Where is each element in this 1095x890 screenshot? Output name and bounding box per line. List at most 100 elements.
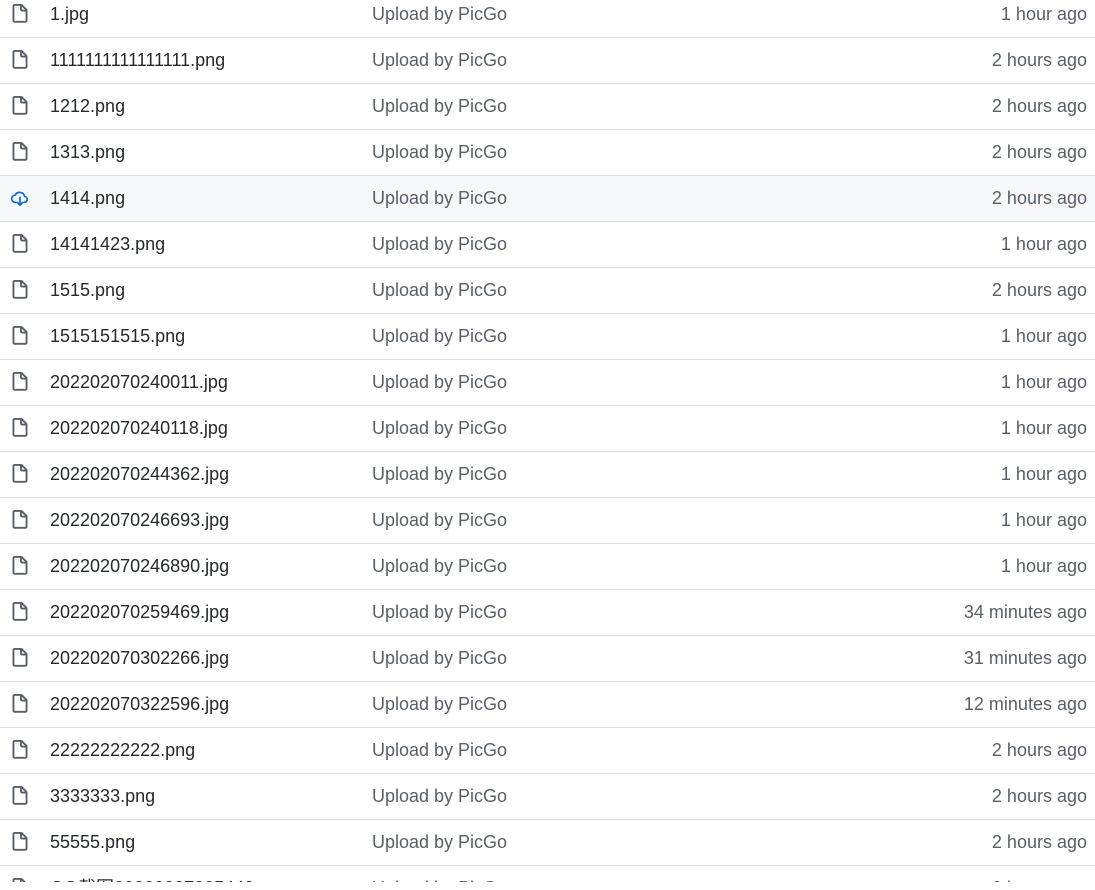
file-name-link[interactable]: 1515.png [50, 268, 125, 313]
file-row[interactable]: 22222222222.png Upload by PicGo 2 hours … [0, 728, 1095, 774]
file-name-link[interactable]: 202202070302266.jpg [50, 636, 229, 681]
file-icon [12, 832, 28, 851]
commit-age: 2 hours ago [991, 50, 1087, 70]
file-icon [12, 418, 28, 437]
file-icon [12, 786, 28, 805]
file-name-link[interactable]: 202202070246693.jpg [50, 498, 229, 543]
commit-age: 2 hours ago [991, 786, 1087, 806]
file-name-link[interactable]: 14141423.png [50, 222, 165, 267]
file-name-link[interactable]: 1414.png [50, 176, 125, 221]
commit-message-link[interactable]: Upload by PicGo [372, 590, 507, 635]
file-list: 1.jpg Upload by PicGo 1 hour ago 1111111… [0, 0, 1095, 882]
file-icon [12, 234, 28, 253]
file-icon [12, 602, 28, 621]
commit-age: 2 hours ago [991, 832, 1087, 852]
commit-message-link[interactable]: Upload by PicGo [372, 406, 507, 451]
commit-message-link[interactable]: Upload by PicGo [372, 452, 507, 497]
commit-message-link[interactable]: Upload by PicGo [372, 84, 507, 129]
file-row[interactable]: 202202070240011.jpg Upload by PicGo 1 ho… [0, 360, 1095, 406]
file-icon [12, 4, 28, 23]
file-icon [12, 280, 28, 299]
file-name-link[interactable]: 1212.png [50, 84, 125, 129]
commit-message-link[interactable]: Upload by PicGo [372, 866, 507, 882]
file-name-link[interactable]: QQ截图20220207005440.png [50, 866, 289, 882]
file-icon [12, 326, 28, 345]
file-row[interactable]: 202202070246890.jpg Upload by PicGo 1 ho… [0, 544, 1095, 590]
commit-age: 3 hours ago [992, 866, 1087, 882]
commit-message-link[interactable]: Upload by PicGo [372, 682, 507, 727]
commit-age: 2 hours ago [991, 142, 1087, 162]
commit-age: 1 hour ago [1000, 326, 1087, 346]
file-icon [12, 464, 28, 483]
commit-age: 1 hour ago [1000, 4, 1087, 24]
file-name-link[interactable]: 1111111111111111.png [50, 38, 225, 83]
file-row[interactable]: 202202070302266.jpg Upload by PicGo 31 m… [0, 636, 1095, 682]
file-row[interactable]: 202202070240118.jpg Upload by PicGo 1 ho… [0, 406, 1095, 452]
commit-message-link[interactable]: Upload by PicGo [372, 0, 507, 37]
commit-age: 31 minutes ago [963, 648, 1087, 668]
file-icon [12, 740, 28, 759]
commit-message-link[interactable]: Upload by PicGo [372, 360, 507, 405]
commit-age: 1 hour ago [1000, 418, 1087, 438]
file-row[interactable]: 14141423.png Upload by PicGo 1 hour ago [0, 222, 1095, 268]
file-icon [12, 648, 28, 667]
file-name-link[interactable]: 202202070246890.jpg [50, 544, 229, 589]
file-row[interactable]: 202202070246693.jpg Upload by PicGo 1 ho… [0, 498, 1095, 544]
file-name-link[interactable]: 55555.png [50, 820, 135, 865]
commit-message-link[interactable]: Upload by PicGo [372, 544, 507, 589]
file-row[interactable]: 1.jpg Upload by PicGo 1 hour ago [0, 0, 1095, 38]
commit-message-link[interactable]: Upload by PicGo [372, 636, 507, 681]
commit-message-link[interactable]: Upload by PicGo [372, 176, 507, 221]
file-row[interactable]: 1515.png Upload by PicGo 2 hours ago [0, 268, 1095, 314]
commit-age: 2 hours ago [991, 740, 1087, 760]
file-row[interactable]: 1212.png Upload by PicGo 2 hours ago [0, 84, 1095, 130]
file-icon [12, 510, 28, 529]
commit-age: 2 hours ago [991, 188, 1087, 208]
file-row[interactable]: 3333333.png Upload by PicGo 2 hours ago [0, 774, 1095, 820]
commit-message-link[interactable]: Upload by PicGo [372, 498, 507, 543]
file-icon [12, 96, 28, 115]
commit-message-link[interactable]: Upload by PicGo [372, 774, 507, 819]
file-name-link[interactable]: 1313.png [50, 130, 125, 175]
commit-message-link[interactable]: Upload by PicGo [372, 728, 507, 773]
commit-message-link[interactable]: Upload by PicGo [372, 38, 507, 83]
commit-age: 1 hour ago [1000, 464, 1087, 484]
file-icon [12, 694, 28, 713]
file-name-link[interactable]: 202202070322596.jpg [50, 682, 229, 727]
file-row[interactable]: 202202070244362.jpg Upload by PicGo 1 ho… [0, 452, 1095, 498]
file-row[interactable]: 1515151515.png Upload by PicGo 1 hour ag… [0, 314, 1095, 360]
commit-message-link[interactable]: Upload by PicGo [372, 222, 507, 267]
file-icon [12, 556, 28, 575]
file-icon [12, 878, 26, 882]
file-icon [12, 50, 28, 69]
commit-age: 1 hour ago [1000, 234, 1087, 254]
file-name-link[interactable]: 22222222222.png [50, 728, 195, 773]
commit-message-link[interactable]: Upload by PicGo [372, 268, 507, 313]
file-name-link[interactable]: 202202070240011.jpg [50, 360, 228, 405]
file-row[interactable]: 1414.png Upload by PicGo 2 hours ago [0, 176, 1095, 222]
file-icon [12, 142, 28, 161]
file-icon [12, 372, 28, 391]
commit-message-link[interactable]: Upload by PicGo [372, 820, 507, 865]
file-row[interactable]: 55555.png Upload by PicGo 2 hours ago [0, 820, 1095, 866]
commit-age: 2 hours ago [991, 280, 1087, 300]
commit-age: 1 hour ago [1000, 372, 1087, 392]
commit-age: 1 hour ago [1000, 510, 1087, 530]
commit-message-link[interactable]: Upload by PicGo [372, 130, 507, 175]
file-name-link[interactable]: 3333333.png [50, 774, 155, 819]
commit-age: 12 minutes ago [963, 694, 1087, 714]
file-row[interactable]: 202202070259469.jpg Upload by PicGo 34 m… [0, 590, 1095, 636]
commit-age: 2 hours ago [991, 96, 1087, 116]
file-row[interactable]: QQ截图20220207005440.png Upload by PicGo 3… [0, 866, 1095, 882]
file-name-link[interactable]: 202202070240118.jpg [50, 406, 228, 451]
file-name-link[interactable]: 1.jpg [50, 0, 89, 37]
file-name-link[interactable]: 1515151515.png [50, 314, 185, 359]
file-row[interactable]: 202202070322596.jpg Upload by PicGo 12 m… [0, 682, 1095, 728]
commit-age: 1 hour ago [1000, 556, 1087, 576]
file-name-link[interactable]: 202202070259469.jpg [50, 590, 229, 635]
file-row[interactable]: 1313.png Upload by PicGo 2 hours ago [0, 130, 1095, 176]
commit-age: 34 minutes ago [963, 602, 1087, 622]
file-row[interactable]: 1111111111111111.png Upload by PicGo 2 h… [0, 38, 1095, 84]
file-name-link[interactable]: 202202070244362.jpg [50, 452, 229, 497]
commit-message-link[interactable]: Upload by PicGo [372, 314, 507, 359]
